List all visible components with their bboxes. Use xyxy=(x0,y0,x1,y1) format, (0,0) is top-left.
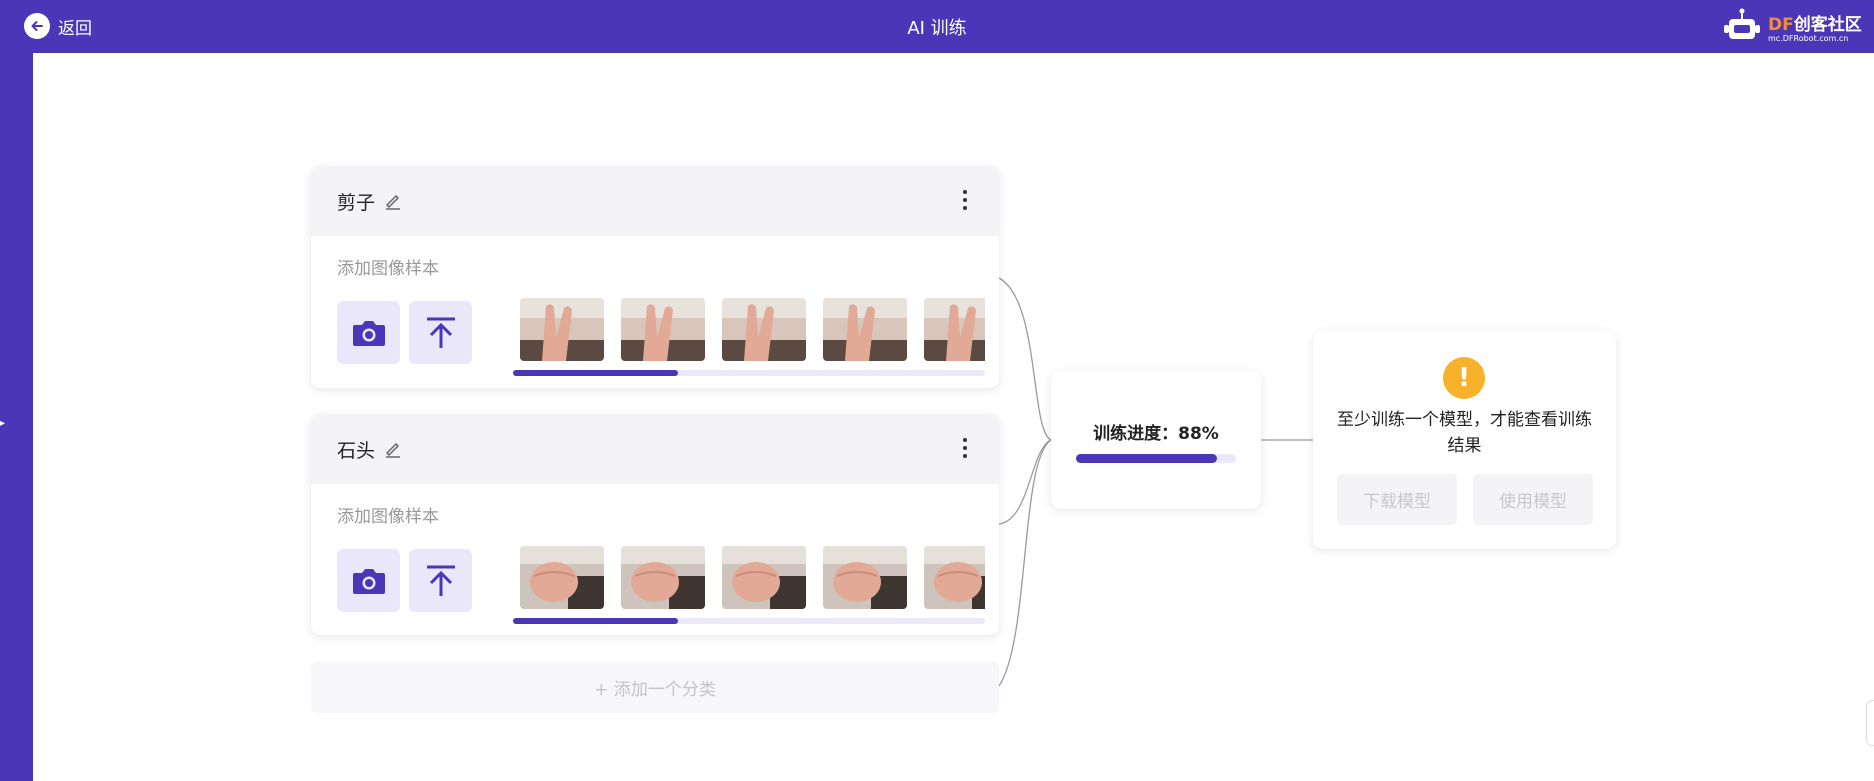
right-panel-handle[interactable] xyxy=(1866,700,1874,746)
sample-thumbnail[interactable] xyxy=(520,546,604,609)
sample-thumbnail[interactable] xyxy=(621,298,705,361)
samples-progress-track xyxy=(513,618,985,624)
sample-thumbnail[interactable] xyxy=(823,546,907,609)
edit-pencil-icon[interactable] xyxy=(384,440,402,458)
add-samples-label: 添加图像样本 xyxy=(337,507,439,527)
samples-progress-fill xyxy=(513,370,679,376)
edit-pencil-icon[interactable] xyxy=(384,192,402,210)
training-panel: 训练进度：88% xyxy=(1051,371,1261,509)
sample-thumbnails xyxy=(520,298,985,363)
class-card-header: 剪子 xyxy=(311,166,999,236)
sample-thumbnail[interactable] xyxy=(722,546,806,609)
camera-icon xyxy=(352,568,385,594)
samples-progress-fill xyxy=(513,618,679,624)
warning-icon: ! xyxy=(1443,357,1485,399)
camera-icon xyxy=(352,320,385,346)
upload-button[interactable] xyxy=(409,301,472,364)
add-samples-label: 添加图像样本 xyxy=(337,259,439,279)
sample-thumbnail[interactable] xyxy=(520,298,604,361)
sample-thumbnail[interactable] xyxy=(722,298,806,361)
training-progress-track xyxy=(1076,454,1236,463)
samples-progress-track xyxy=(513,370,985,376)
add-class-button[interactable]: + 添加一个分类 xyxy=(311,662,999,713)
class-card: 石头 添加图像样本 xyxy=(311,414,999,635)
use-model-button[interactable]: 使用模型 xyxy=(1473,474,1593,525)
more-vertical-icon[interactable] xyxy=(961,190,969,212)
class-card-header: 石头 xyxy=(311,414,999,484)
sample-thumbnail[interactable] xyxy=(924,298,985,361)
sample-thumbnails xyxy=(520,546,985,611)
sample-thumbnail[interactable] xyxy=(823,298,907,361)
camera-button[interactable] xyxy=(337,549,400,612)
result-message: 至少训练一个模型，才能查看训练结果 xyxy=(1337,410,1592,456)
upload-icon xyxy=(426,317,455,348)
upload-button[interactable] xyxy=(409,549,472,612)
class-name: 剪子 xyxy=(337,191,376,214)
class-card: 剪子 添加图像样本 xyxy=(311,166,999,388)
camera-button[interactable] xyxy=(337,301,400,364)
class-name: 石头 xyxy=(337,439,376,462)
result-panel: ! 至少训练一个模型，才能查看训练结果 下载模型 使用模型 xyxy=(1313,331,1616,549)
sample-thumbnail[interactable] xyxy=(924,546,985,609)
training-progress-label: 训练进度：88% xyxy=(1093,424,1219,444)
sample-thumbnail[interactable] xyxy=(621,546,705,609)
training-progress-fill xyxy=(1076,454,1217,463)
upload-icon xyxy=(426,565,455,596)
more-vertical-icon[interactable] xyxy=(961,438,969,460)
download-model-button[interactable]: 下载模型 xyxy=(1337,474,1457,525)
